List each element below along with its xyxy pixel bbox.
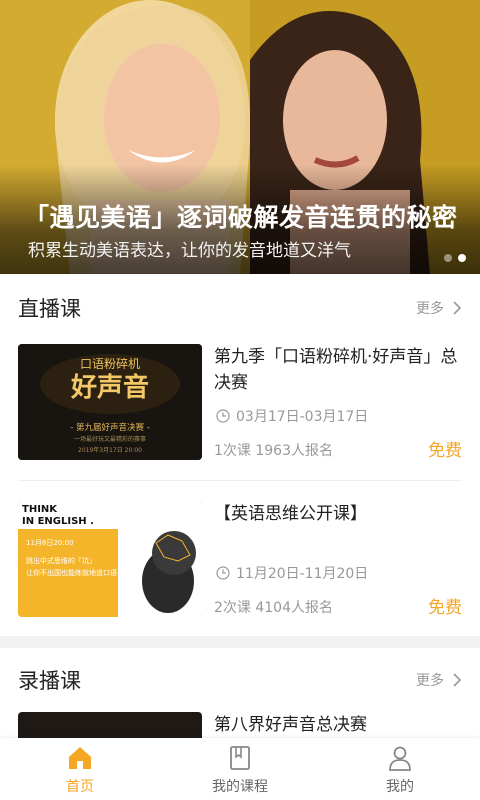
thumb-time: 11月8日20:00 — [26, 539, 74, 547]
course-date: 03月17日-03月17日 — [216, 406, 368, 426]
tab-my-courses[interactable]: 我的课程 — [160, 738, 320, 800]
thumb-text2: 让你不出国也能练就地道口语 — [26, 568, 117, 577]
thumb-date: 2019年3月17日 20:00 — [78, 446, 142, 454]
chevron-right-icon — [453, 673, 462, 687]
clock-icon — [216, 409, 230, 423]
course-price: 免费 — [428, 441, 462, 461]
tab-label: 我的 — [386, 779, 414, 795]
thumb-text1: 跳出中式思维的「坑」 — [26, 556, 96, 565]
course-card-live-2[interactable]: THINK IN ENGLISH . 11月8日20:00 跳出中式思维的「坑」… — [18, 501, 462, 618]
course-title: 第九季「口语粉碎机·好声音」总决赛 — [214, 347, 458, 393]
course-title: 【英语思维公开课】 — [214, 504, 367, 524]
tab-home[interactable]: 首页 — [0, 738, 160, 800]
more-button[interactable]: 更多 — [416, 298, 462, 318]
more-label: 更多 — [416, 673, 444, 689]
divider — [18, 480, 462, 481]
course-meta: 1次课 1963人报名 — [214, 443, 333, 459]
thumb-small: 一场最好玩又最精彩的赛事 — [74, 435, 146, 443]
live-section-header: 直播课 更多 — [0, 276, 480, 340]
chevron-right-icon — [453, 301, 462, 315]
section-separator — [0, 636, 480, 648]
course-thumbnail — [18, 712, 202, 738]
tab-label: 我的课程 — [212, 779, 268, 795]
course-price: 免费 — [428, 598, 462, 618]
course-date-text: 11月20日-11月20日 — [236, 566, 369, 582]
tab-me[interactable]: 我的 — [320, 738, 480, 800]
banner-title: 「遇见美语」逐词破解发音连贯的秘密 — [24, 203, 458, 232]
record-section-header: 录播课 更多 — [0, 648, 480, 712]
user-icon — [389, 746, 411, 771]
banner-subtitle: 积累生动美语表达，让你的发音地道又洋气 — [28, 241, 351, 261]
course-card-live-1[interactable]: 口语粉碎机 好声音 - 第九届好声音决赛 - 一场最好玩又最精彩的赛事 2019… — [18, 344, 462, 461]
thumbnail-art: THINK IN ENGLISH . 11月8日20:00 跳出中式思维的「坑」… — [18, 501, 202, 617]
thumb-logo-main: 好声音 — [70, 372, 149, 403]
carousel-dot-1[interactable] — [444, 254, 452, 262]
course-date-text: 03月17日-03月17日 — [236, 409, 369, 425]
thumb-caption: - 第九届好声音决赛 - — [70, 422, 150, 433]
bottom-tab-bar: 首页 我的课程 我的 — [0, 738, 480, 800]
section-title: 录播课 — [18, 669, 81, 693]
carousel-dots[interactable] — [444, 254, 466, 262]
section-title: 直播课 — [18, 297, 81, 321]
course-title: 第八界好声音总决赛 — [214, 715, 367, 735]
clock-icon — [216, 566, 230, 580]
tab-label: 首页 — [66, 779, 94, 795]
home-icon — [69, 747, 91, 769]
course-date: 11月20日-11月20日 — [216, 563, 368, 583]
thumb-line2: IN ENGLISH . — [22, 516, 94, 527]
more-label: 更多 — [416, 301, 444, 317]
thumb-line1: THINK — [22, 504, 58, 515]
course-thumbnail: 口语粉碎机 好声音 - 第九届好声音决赛 - 一场最好玩又最精彩的赛事 2019… — [18, 344, 202, 460]
more-button[interactable]: 更多 — [416, 670, 462, 690]
course-card-record-1[interactable]: 第八界好声音总决赛 — [18, 712, 462, 738]
carousel-dot-2[interactable] — [458, 254, 466, 262]
hero-banner[interactable]: 「遇见美语」逐词破解发音连贯的秘密 积累生动美语表达，让你的发音地道又洋气 — [0, 0, 480, 274]
book-icon — [230, 746, 250, 770]
thumbnail-art: 口语粉碎机 好声音 - 第九届好声音决赛 - 一场最好玩又最精彩的赛事 2019… — [18, 344, 202, 460]
thumb-logo-top: 口语粉碎机 — [80, 356, 140, 371]
course-thumbnail: THINK IN ENGLISH . 11月8日20:00 跳出中式思维的「坑」… — [18, 501, 202, 617]
course-meta: 2次课 4104人报名 — [214, 600, 333, 616]
